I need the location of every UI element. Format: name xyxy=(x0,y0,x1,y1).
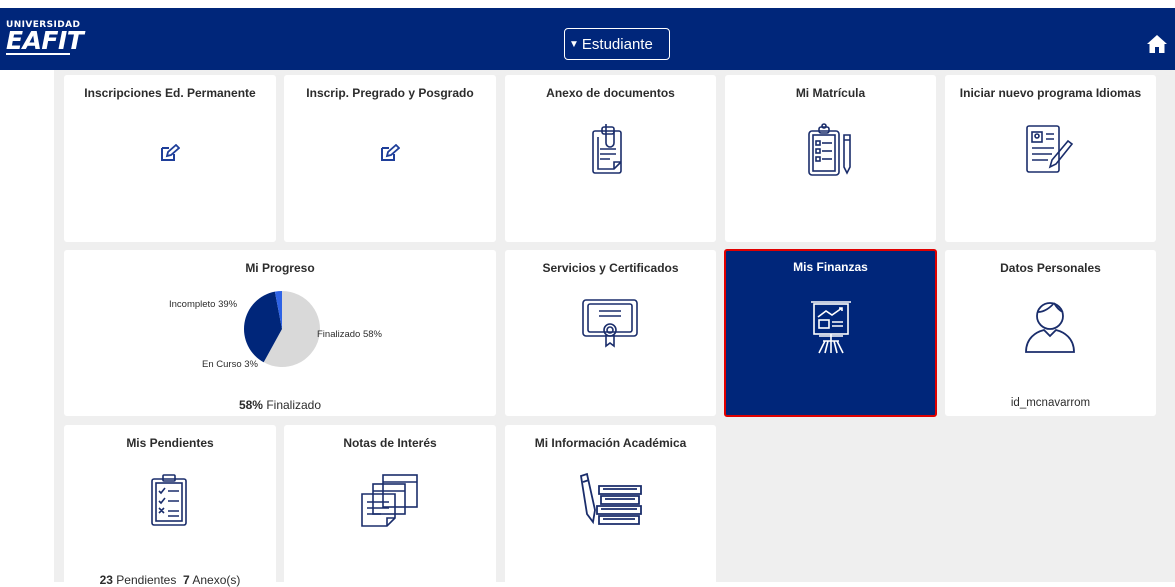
checklist-icon xyxy=(151,474,187,526)
pendientes-count: 23 xyxy=(99,573,113,587)
progress-percent: 58% xyxy=(238,398,263,412)
edit-icon xyxy=(381,144,400,161)
progress-pie-chart xyxy=(244,291,320,367)
role-selector-label: Estudiante xyxy=(581,35,653,53)
logo-main-text: EAFIT xyxy=(6,26,84,55)
tile-mi-progreso[interactable]: Mi Progreso Incompleto 39% Finalizado 58… xyxy=(64,250,496,416)
progress-status: Finalizado xyxy=(266,398,322,412)
clipboard-attachment-icon xyxy=(592,124,622,174)
tile-title: Mi Matrícula xyxy=(795,86,866,100)
tile-inscripciones-ed-permanente[interactable]: Inscripciones Ed. Permanente xyxy=(64,75,276,242)
edit-icon xyxy=(161,144,180,161)
role-selector-button[interactable]: ▼ Estudiante xyxy=(564,28,670,60)
progress-summary: 58% Finalizado xyxy=(64,398,496,412)
username-label: id_mcnavarrom xyxy=(1010,397,1091,409)
tile-title: Iniciar nuevo programa Idiomas xyxy=(959,86,1142,100)
notes-icon xyxy=(361,474,418,527)
tile-notas-interes[interactable]: Notas de Interés xyxy=(284,425,496,585)
pie-label-en-curso: En Curso 3% xyxy=(202,359,258,370)
tile-title: Mi Progreso xyxy=(245,261,315,275)
caret-down-icon: ▼ xyxy=(569,38,579,50)
tile-title: Inscripciones Ed. Permanente xyxy=(84,86,256,100)
tile-title: Notas de Interés xyxy=(343,436,437,450)
anexos-label: Anexo(s) xyxy=(192,573,241,587)
tile-title: Inscrip. Pregrado y Posgrado xyxy=(306,86,474,100)
tile-title: Anexo de documentos xyxy=(546,86,675,100)
tile-title: Servicios y Certificados xyxy=(542,261,679,275)
anexos-count: 7 xyxy=(183,573,190,587)
eafit-logo[interactable]: UNIVERSIDAD EAFIT xyxy=(6,21,84,55)
tile-mi-matricula[interactable]: Mi Matrícula xyxy=(725,75,936,242)
top-header: UNIVERSIDAD EAFIT ▼ Estudiante xyxy=(0,8,1175,70)
tile-title: Datos Personales xyxy=(1000,261,1101,275)
pie-label-finalizado: Finalizado 58% xyxy=(317,329,382,340)
tile-title: Mis Pendientes xyxy=(126,436,214,450)
tile-inscrip-pregrado-posgrado[interactable]: Inscrip. Pregrado y Posgrado xyxy=(284,75,496,242)
home-icon[interactable] xyxy=(1146,34,1168,54)
tile-title: Mis Finanzas xyxy=(793,260,868,274)
tile-mis-finanzas[interactable]: Mis Finanzas xyxy=(724,249,937,417)
pendientes-summary: 23 Pendientes 7 Anexo(s) xyxy=(64,573,276,587)
pendientes-label: Pendientes xyxy=(116,573,177,587)
tile-datos-personales[interactable]: Datos Personales id_mcnavarrom xyxy=(945,250,1156,416)
clipboard-checklist-icon xyxy=(808,123,851,176)
user-icon xyxy=(1025,302,1075,353)
certificate-icon xyxy=(582,299,638,348)
tile-mis-pendientes[interactable]: Mis Pendientes 23 Pendientes 7 Anexo(s) xyxy=(64,425,276,587)
pie-label-incompleto: Incompleto 39% xyxy=(169,299,238,310)
tile-servicios-certificados[interactable]: Servicios y Certificados xyxy=(505,250,716,416)
books-pen-icon xyxy=(579,472,642,525)
presentation-board-icon xyxy=(811,301,851,354)
tile-mi-informacion-academica[interactable]: Mi Información Académica xyxy=(505,425,716,585)
tile-iniciar-programa-idiomas[interactable]: Iniciar nuevo programa Idiomas xyxy=(945,75,1156,242)
tile-anexo-documentos[interactable]: Anexo de documentos xyxy=(505,75,716,242)
form-pen-icon xyxy=(1026,125,1074,173)
tile-title: Mi Información Académica xyxy=(534,436,687,450)
